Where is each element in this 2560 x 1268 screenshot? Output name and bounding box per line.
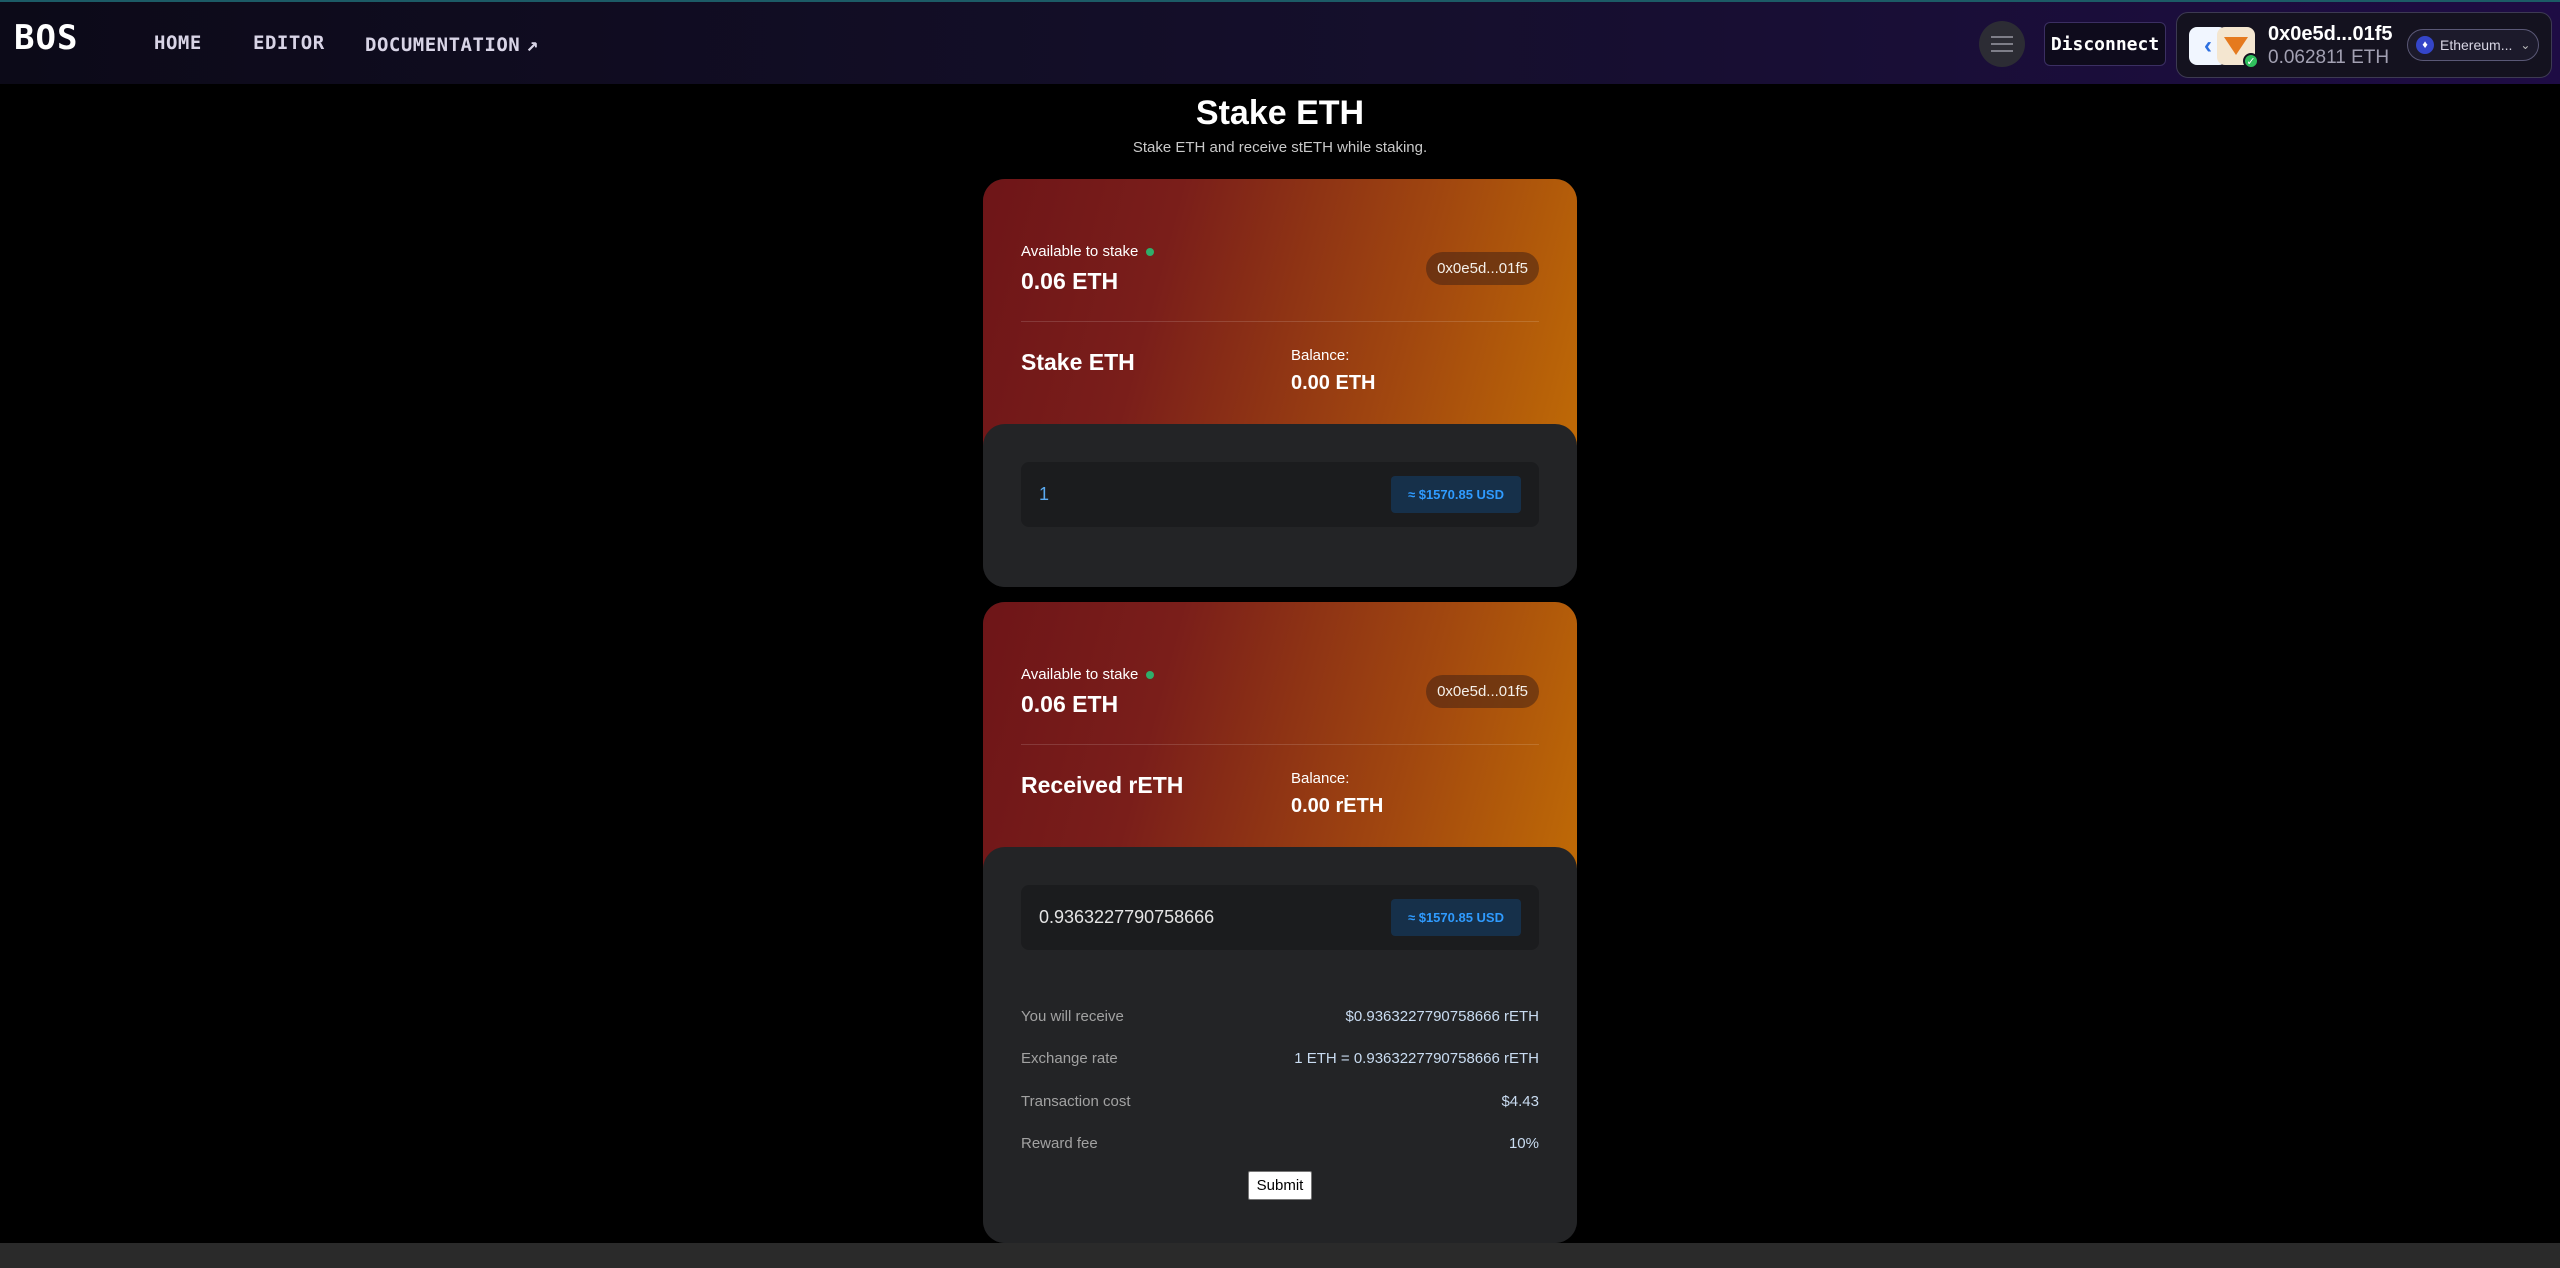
wallet-balance: 0.062811 ETH (2268, 47, 2390, 68)
transaction-details: You will receive $0.9363227790758666 rET… (1021, 995, 1539, 1165)
page-title: Stake ETH (1195, 94, 1365, 132)
available-to-stake-value: 0.06 ETH (1021, 268, 1119, 294)
detail-row: You will receive $0.9363227790758666 rET… (1021, 995, 1539, 1038)
nav-home-link[interactable]: HOME (154, 32, 202, 54)
status-dot-icon (1146, 248, 1155, 257)
ethereum-icon: ♦ (2416, 36, 2434, 54)
divider (1021, 744, 1539, 745)
wallet-widget[interactable]: ‹ ✓ 0x0e5d...01f5 0.062811 ETH ♦ Ethereu… (2176, 12, 2552, 78)
top-navbar: BOS HOME EDITOR DOCUMENTATION ↗ Disconnec… (0, 0, 2560, 84)
balance-label: Balance: (1291, 770, 1350, 787)
available-to-stake-label: Available to stake (1021, 666, 1155, 683)
stake-amount-field: ≈ $1570.85 USD (1021, 462, 1539, 527)
stake-card-body: ≈ $1570.85 USD (983, 424, 1577, 587)
receive-card-body: ≈ $1570.85 USD You will receive $0.93632… (983, 847, 1577, 1243)
status-dot-icon (1146, 671, 1155, 680)
balance-value: 0.00 ETH (1291, 372, 1376, 394)
balance-label: Balance: (1291, 347, 1350, 364)
stake-card-header: Available to stake 0.06 ETH 0x0e5d...01f… (983, 179, 1577, 449)
receive-card-header: Available to stake 0.06 ETH 0x0e5d...01f… (983, 602, 1577, 872)
external-link-icon: ↗ (526, 32, 539, 56)
bos-logo[interactable]: BOS (14, 18, 78, 58)
you-will-receive-label: You will receive (1021, 1007, 1124, 1025)
stake-card: Available to stake 0.06 ETH 0x0e5d...01f… (983, 179, 1577, 587)
transaction-cost-value: $4.43 (1501, 1092, 1539, 1110)
divider (1021, 321, 1539, 322)
disconnect-button[interactable]: Disconnect (2044, 22, 2166, 66)
reward-fee-value: 10% (1508, 1135, 1539, 1153)
network-name: Ethereum... (2440, 37, 2513, 53)
footer-strip (0, 1243, 2560, 1268)
received-section-title: Received rETH (1021, 772, 1184, 798)
available-to-stake-value: 0.06 ETH (1021, 691, 1119, 717)
address-pill[interactable]: 0x0e5d...01f5 (1426, 252, 1539, 285)
exchange-rate-label: Exchange rate (1021, 1050, 1118, 1068)
chevron-down-icon: ⌄ (2520, 38, 2531, 52)
stake-section-title: Stake ETH (1021, 349, 1135, 375)
address-pill[interactable]: 0x0e5d...01f5 (1426, 675, 1539, 708)
reward-fee-label: Reward fee (1021, 1135, 1098, 1153)
nav-editor-link[interactable]: EDITOR (253, 32, 325, 54)
detail-row: Exchange rate 1 ETH = 0.9363227790758666… (1021, 1038, 1539, 1081)
connected-check-icon: ✓ (2243, 53, 2259, 69)
nav-documentation-label: DOCUMENTATION (365, 34, 521, 56)
receive-amount-field: ≈ $1570.85 USD (1021, 885, 1539, 950)
wallet-address: 0x0e5d...01f5 (2268, 23, 2393, 45)
wallet-icons: ‹ ✓ (2189, 27, 2259, 69)
usd-estimate-badge: ≈ $1570.85 USD (1390, 899, 1521, 936)
network-selector[interactable]: ♦ Ethereum... ⌄ (2407, 29, 2539, 61)
balance-value: 0.00 rETH (1291, 795, 1384, 817)
receive-amount-input[interactable] (1039, 885, 1369, 950)
transaction-cost-label: Transaction cost (1021, 1092, 1131, 1110)
detail-row: Transaction cost $4.43 (1021, 1080, 1539, 1123)
page-subtitle: Stake ETH and receive stETH while stakin… (1132, 139, 1428, 156)
exchange-rate-value: 1 ETH = 0.9363227790758666 rETH (1294, 1050, 1539, 1068)
detail-row: Reward fee 10% (1021, 1123, 1539, 1166)
stake-amount-input[interactable] (1039, 462, 1369, 527)
receive-card: Available to stake 0.06 ETH 0x0e5d...01f… (983, 602, 1577, 1243)
you-will-receive-value: $0.9363227790758666 rETH (1345, 1007, 1540, 1025)
nav-documentation-link[interactable]: DOCUMENTATION ↗ (365, 32, 539, 56)
available-to-stake-label: Available to stake (1021, 243, 1155, 260)
usd-estimate-badge: ≈ $1570.85 USD (1390, 476, 1521, 513)
menu-icon[interactable] (1979, 21, 2025, 67)
submit-button[interactable]: Submit (1248, 1171, 1312, 1200)
